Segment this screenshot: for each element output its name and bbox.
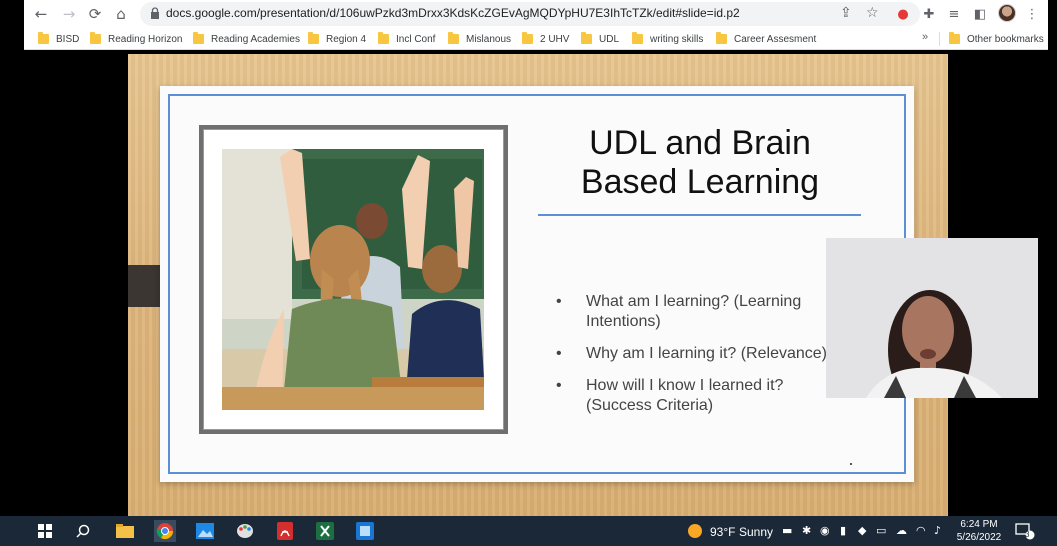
folder-icon xyxy=(308,32,319,44)
photos-icon[interactable] xyxy=(194,520,216,542)
folder-icon xyxy=(448,32,459,44)
reload-icon[interactable]: ⟳ xyxy=(84,3,106,25)
windows-start-icon[interactable] xyxy=(34,520,56,542)
notification-count: 3 xyxy=(1025,530,1030,539)
taskbar: 93°F Sunny ▬ ✱ ◉ ▮ ◆ ▭ ☁ ◠ ♪ 6:24 PM 5/2… xyxy=(0,516,1057,546)
bookmark-other[interactable]: Other bookmarks xyxy=(949,31,1044,47)
slide-mark xyxy=(850,463,852,465)
security-icon[interactable]: ◆ xyxy=(858,524,866,537)
bookmark-bisd[interactable]: BISD xyxy=(38,31,79,47)
bluetooth-icon[interactable]: ✱ xyxy=(802,524,811,537)
chrome-icon[interactable] xyxy=(154,520,176,542)
battery-icon[interactable]: ▭ xyxy=(876,524,886,537)
bookmark-reading-academies[interactable]: Reading Academies xyxy=(193,31,300,47)
wifi-icon[interactable]: ◠ xyxy=(916,524,926,537)
volume-icon[interactable]: ♪ xyxy=(934,524,941,537)
weather-desc[interactable]: Sunny xyxy=(739,525,773,539)
folder-icon xyxy=(38,32,49,44)
photo-frame xyxy=(199,125,508,434)
acrobat-icon[interactable] xyxy=(274,520,296,542)
title-underline xyxy=(538,214,861,216)
menu-icon[interactable]: ⋮ xyxy=(1022,4,1042,24)
clock[interactable]: 6:24 PM 5/26/2022 xyxy=(952,518,1006,544)
side-panel-icon[interactable]: ◧ xyxy=(970,4,990,24)
cloud-icon[interactable]: ☁ xyxy=(896,524,907,537)
bookmark-divider xyxy=(939,32,940,46)
paint-icon[interactable] xyxy=(234,520,256,542)
profile-avatar[interactable] xyxy=(998,4,1016,22)
slide: UDL and Brain Based Learning • What am I… xyxy=(160,86,914,482)
excel-icon[interactable] xyxy=(314,520,336,542)
bookmark-incl-conf[interactable]: Incl Conf xyxy=(378,31,435,47)
address-bar[interactable]: docs.google.com/presentation/d/106uwPzkd… xyxy=(140,2,920,26)
search-icon[interactable] xyxy=(72,520,94,542)
lock-icon xyxy=(151,7,159,19)
home-icon[interactable]: ⌂ xyxy=(110,3,132,25)
slide-title: UDL and Brain Based Learning xyxy=(580,124,820,201)
share-icon[interactable]: ⇪ xyxy=(840,5,852,21)
classroom-photo xyxy=(222,149,484,410)
extension-icon[interactable]: ● xyxy=(893,4,913,24)
tray-app-icon[interactable]: ▬ xyxy=(782,524,792,537)
more-bookmarks-button[interactable]: » xyxy=(922,31,928,43)
bookmark-career-assesment[interactable]: Career Assesment xyxy=(716,31,816,47)
bullet-list: • What am I learning? (Learning Intentio… xyxy=(556,292,856,428)
forward-icon[interactable]: → xyxy=(58,3,80,25)
bullet-item: • What am I learning? (Learning Intentio… xyxy=(556,293,802,330)
puzzle-icon[interactable]: ✚ xyxy=(919,4,939,24)
folder-icon xyxy=(90,32,101,44)
screen: ← → ⟳ ⌂ docs.google.com/presentation/d/1… xyxy=(0,0,1057,546)
webcam-video[interactable] xyxy=(826,238,1038,398)
weather-temp[interactable]: 93°F xyxy=(710,525,735,539)
back-icon[interactable]: ← xyxy=(30,3,52,25)
bookmark-writing-skills[interactable]: writing skills xyxy=(632,31,703,47)
b-app-icon[interactable]: ◉ xyxy=(820,524,830,537)
bookmark-region-4[interactable]: Region 4 xyxy=(308,31,366,47)
folder-icon xyxy=(522,32,533,44)
file-explorer-icon[interactable] xyxy=(114,520,136,542)
star-icon[interactable]: ☆ xyxy=(866,5,879,21)
url-text: docs.google.com/presentation/d/106uwPzkd… xyxy=(166,6,740,20)
bookmark-reading-horizon[interactable]: Reading Horizon xyxy=(90,31,183,47)
bookmark-mislanous[interactable]: Mislanous xyxy=(448,31,511,47)
folder-icon xyxy=(193,32,204,44)
media-icon[interactable]: ≡ xyxy=(944,4,964,24)
bullet-item: • How will I know I learned it? (Success… xyxy=(556,377,784,414)
weather-icon xyxy=(684,520,706,542)
microphone-icon[interactable]: ▮ xyxy=(840,524,846,537)
folder-icon xyxy=(632,32,643,44)
bookmark-udl[interactable]: UDL xyxy=(581,31,619,47)
browser-toolbar: ← → ⟳ ⌂ docs.google.com/presentation/d/1… xyxy=(24,0,1048,28)
app-icon[interactable] xyxy=(354,520,376,542)
folder-icon xyxy=(716,32,727,44)
bookmarks-bar: BISD Reading Horizon Reading Academies R… xyxy=(24,28,1048,50)
bullet-item: • Why am I learning it? (Relevance) xyxy=(556,345,827,362)
folder-icon xyxy=(949,32,960,44)
folder-icon xyxy=(581,32,592,44)
bookmark-2-uhv[interactable]: 2 UHV xyxy=(522,31,569,47)
folder-icon xyxy=(378,32,389,44)
